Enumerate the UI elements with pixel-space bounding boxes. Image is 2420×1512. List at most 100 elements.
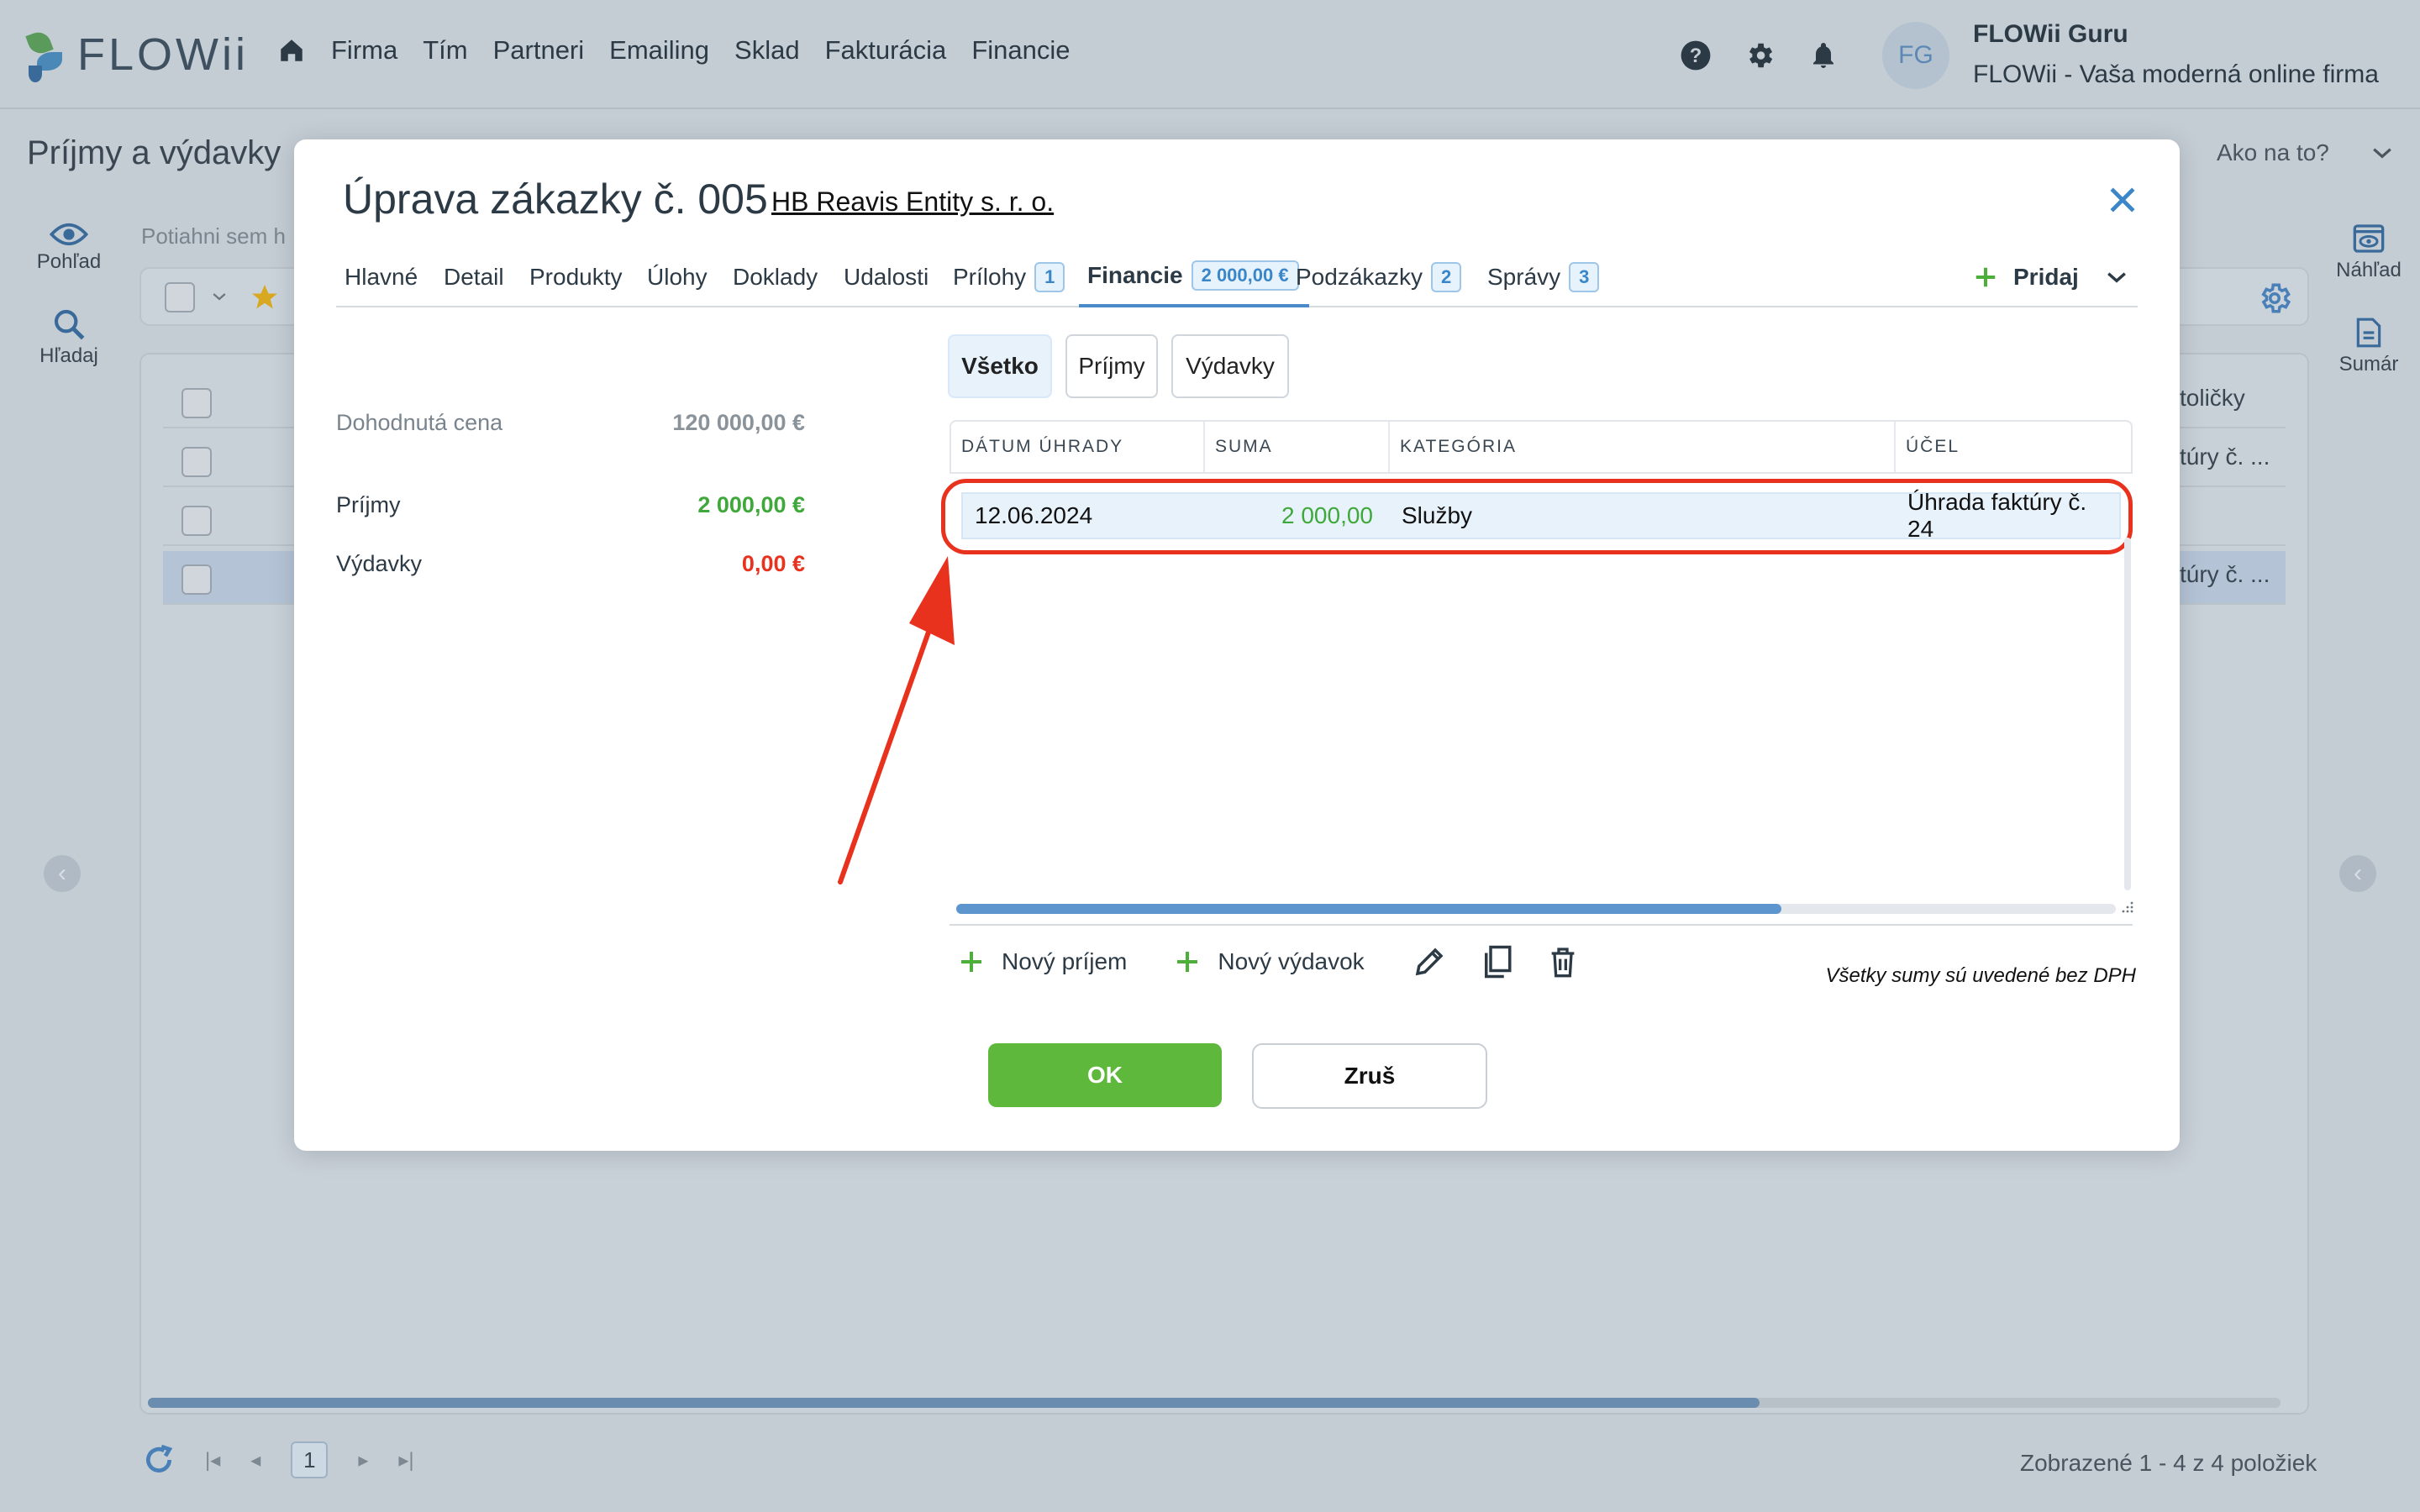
copy-button[interactable] <box>1479 944 1514 979</box>
help-link[interactable]: Ako na to? <box>2217 139 2393 166</box>
tab-hlavne[interactable]: Hlavné <box>345 247 418 307</box>
group-drag-hint: Potiahni sem h <box>141 223 286 249</box>
resize-handle-icon[interactable] <box>2121 900 2134 914</box>
last-page-icon[interactable]: ▸| <box>398 1448 413 1473</box>
annotation-arrow-icon <box>838 556 955 885</box>
tab-label: Podzákazky <box>1296 264 1423 290</box>
logo-mark-icon <box>25 27 67 82</box>
ok-button[interactable]: OK <box>988 1043 1222 1107</box>
grid-horizontal-scrollbar[interactable] <box>956 904 2116 914</box>
settings-gear-icon[interactable] <box>2257 281 2292 316</box>
filter-income[interactable]: Príjmy <box>1065 334 1158 398</box>
grid-header: DÁTUM ÚHRADY SUMA KATEGÓRIA ÚČEL <box>950 420 2133 474</box>
row-checkbox[interactable] <box>182 388 212 418</box>
col-date[interactable]: DÁTUM ÚHRADY <box>951 422 1205 472</box>
tab-financie[interactable]: Financie 2 000,00 € <box>1079 247 1309 307</box>
company-link[interactable]: HB Reavis Entity s. r. o. <box>771 186 1054 218</box>
tab-spravy[interactable]: Správy 3 <box>1487 247 1600 307</box>
new-income-button[interactable]: Nový príjem <box>958 948 1127 975</box>
tab-detail[interactable]: Detail <box>444 247 504 307</box>
row-text: toličky <box>2180 385 2245 411</box>
tab-produkty[interactable]: Produkty <box>529 247 623 307</box>
avatar[interactable]: FG <box>1882 22 1949 89</box>
cancel-button[interactable]: Zruš <box>1252 1043 1487 1109</box>
refresh-icon[interactable] <box>143 1444 175 1476</box>
vat-note: Všetky sumy sú uvedené bez DPH <box>1825 964 2136 987</box>
delete-button[interactable] <box>1546 944 1580 979</box>
new-income-label: Nový príjem <box>1002 948 1128 974</box>
chevron-down-icon[interactable] <box>2371 145 2393 160</box>
col-category[interactable]: KATEGÓRIA <box>1390 422 1896 472</box>
first-page-icon[interactable]: |◂ <box>205 1448 220 1473</box>
home-icon[interactable] <box>277 36 306 65</box>
tab-podzakazky[interactable]: Podzákazky 2 <box>1296 247 1462 307</box>
filter-expense[interactable]: Výdavky <box>1171 334 1289 398</box>
scroll-thumb[interactable] <box>148 1398 1760 1408</box>
bell-icon[interactable] <box>1807 39 1840 72</box>
current-page[interactable]: 1 <box>291 1441 329 1478</box>
tab-prilohy[interactable]: Prílohy 1 <box>953 247 1065 307</box>
nav-firma[interactable]: Firma <box>331 35 397 66</box>
new-expense-button[interactable]: Nový výdavok <box>1174 948 1365 975</box>
flowii-logo[interactable]: FLOWii <box>25 25 249 84</box>
rail-search[interactable]: Hľadaj <box>25 307 113 368</box>
plus-icon <box>1177 952 1198 972</box>
tab-udalosti[interactable]: Udalosti <box>844 247 929 307</box>
user-name[interactable]: FLOWii Guru <box>1973 20 2128 49</box>
add-button[interactable]: Pridaj <box>1973 264 2128 291</box>
grid-vertical-scrollbar[interactable] <box>2124 538 2131 890</box>
nav-financie[interactable]: Financie <box>971 35 1070 66</box>
col-purpose[interactable]: ÚČEL <box>1896 422 2131 472</box>
close-icon[interactable] <box>2104 181 2141 218</box>
next-page-icon[interactable]: ▸ <box>358 1448 368 1473</box>
star-filter-icon[interactable] <box>249 282 281 312</box>
row-checkbox[interactable] <box>182 506 212 536</box>
nav-partneri[interactable]: Partneri <box>493 35 585 66</box>
tab-badge: 2 000,00 € <box>1191 260 1299 291</box>
nav-fakturacia[interactable]: Fakturácia <box>825 35 947 66</box>
nav-tim[interactable]: Tím <box>423 35 467 66</box>
help-icon[interactable]: ? <box>1679 39 1712 72</box>
top-bar: FLOWii Firma Tím Partneri Emailing Sklad… <box>0 0 2420 109</box>
rail-search-label: Hľadaj <box>39 344 98 367</box>
agreed-price-value: 120 000,00 € <box>672 410 805 435</box>
tab-label: Doklady <box>733 264 818 290</box>
filter-all[interactable]: Všetko <box>948 334 1052 398</box>
scroll-thumb[interactable] <box>956 904 1781 914</box>
row-checkbox[interactable] <box>182 447 212 477</box>
col-amount[interactable]: SUMA <box>1205 422 1390 472</box>
rail-summary[interactable]: Sumár <box>2323 316 2415 376</box>
dialog-title: Úprava zákazky č. 005 <box>343 176 768 223</box>
rail-preview[interactable]: Náhľad <box>2323 222 2415 282</box>
summary-icon <box>2356 318 2381 348</box>
finance-grid: DÁTUM ÚHRADY SUMA KATEGÓRIA ÚČEL 12.06.2… <box>941 420 2134 929</box>
add-label: Pridaj <box>2013 264 2079 290</box>
page-title: Príjmy a výdavky <box>27 134 281 171</box>
income-label: Príjmy <box>336 492 401 517</box>
grid-actions: Nový príjem Nový výdavok <box>958 944 1612 979</box>
rail-view[interactable]: Pohľad <box>25 222 113 274</box>
copy-icon <box>1484 945 1512 979</box>
prev-arrow-icon[interactable]: ‹ <box>44 855 81 892</box>
nav-emailing[interactable]: Emailing <box>609 35 709 66</box>
user-company: FLOWii - Vaša moderná online firma <box>1973 60 2379 88</box>
gear-icon[interactable] <box>1743 39 1776 72</box>
nav-sklad[interactable]: Sklad <box>734 35 800 66</box>
select-all-checkbox[interactable] <box>165 282 195 312</box>
next-arrow-icon[interactable]: ‹ <box>2339 855 2376 892</box>
preview-icon <box>2353 224 2385 253</box>
tab-label: Správy <box>1487 264 1561 290</box>
rail-preview-label: Náhľad <box>2336 259 2402 281</box>
tab-ulohy[interactable]: Úlohy <box>647 247 708 307</box>
search-icon <box>54 309 85 340</box>
row-checkbox[interactable] <box>182 564 212 595</box>
prev-page-icon[interactable]: ◂ <box>250 1448 260 1473</box>
tab-doklady[interactable]: Doklady <box>733 247 818 307</box>
grid-divider <box>950 924 2133 926</box>
plus-icon <box>961 952 981 972</box>
tab-badge: 1 <box>1034 262 1065 292</box>
list-horizontal-scrollbar[interactable] <box>148 1398 2281 1408</box>
chevron-down-icon[interactable] <box>212 291 227 302</box>
edit-button[interactable] <box>1412 944 1447 979</box>
chevron-down-icon[interactable] <box>2106 270 2128 285</box>
